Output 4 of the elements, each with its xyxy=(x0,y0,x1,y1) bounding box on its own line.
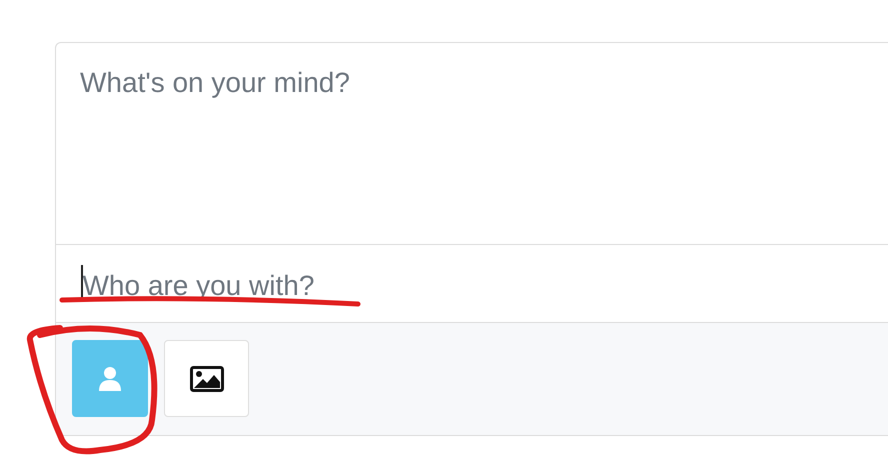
person-icon xyxy=(98,366,122,392)
message-field[interactable]: What's on your mind? xyxy=(80,67,780,127)
add-photo-button[interactable] xyxy=(164,340,249,417)
image-icon xyxy=(190,366,224,392)
